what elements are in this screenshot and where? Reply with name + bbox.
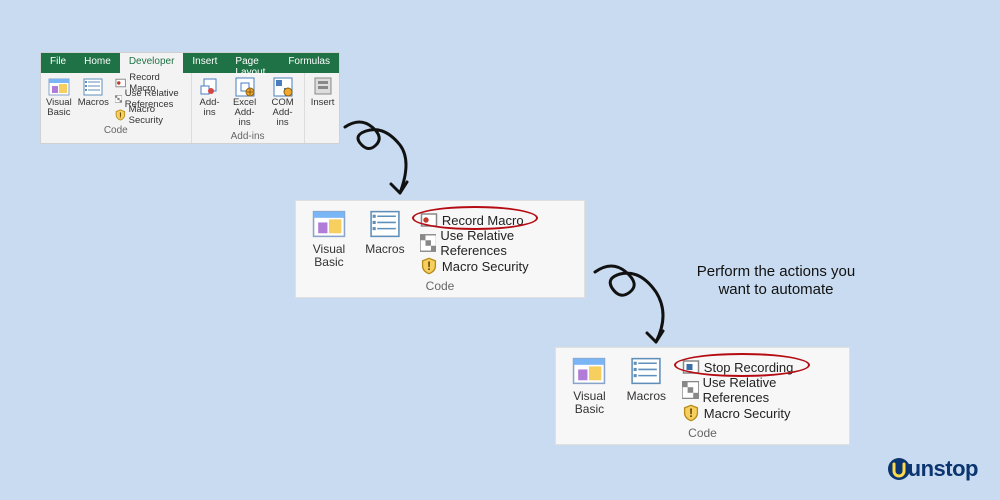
visual-basic-label: Visual Basic [313,243,345,268]
visual-basic-label: Visual Basic [46,98,72,118]
brand-text: unstop [908,456,978,481]
insert-button[interactable]: Insert [309,75,337,109]
code-panel-step3: Visual Basic Macros Stop Recording Use R… [555,347,850,445]
group-addins-label: Add-ins [196,129,300,143]
security-icon [115,109,126,121]
use-relative-label: Use Relative References [703,375,837,405]
stop-recording-icon [682,358,700,376]
tab-home[interactable]: Home [75,53,120,73]
relative-ref-icon [682,381,699,399]
macros-icon [82,76,104,98]
use-relative-button[interactable]: Use Relative References [680,379,839,401]
group-label: Code [688,424,717,442]
macro-security-button[interactable]: Macro Security [418,255,574,277]
com-addins-icon [272,76,294,98]
group-label: Code [426,277,455,295]
macro-security-button[interactable]: Macro Security [114,107,187,123]
addins-label: Add- ins [200,98,220,118]
macros-label: Macros [627,390,666,403]
macros-label: Macros [365,243,404,256]
macros-icon [368,207,402,241]
relative-ref-icon [115,93,122,105]
arrow-step1-to-step2 [340,115,430,210]
record-macro-icon [420,211,438,229]
com-addins-label: COM Add-ins [267,98,299,128]
com-addins-button[interactable]: COM Add-ins [266,75,300,129]
tab-file[interactable]: File [41,53,75,73]
addins-button[interactable]: Add- ins [196,75,224,119]
group-controls: Insert [305,73,341,143]
stop-recording-label: Stop Recording [704,360,794,375]
security-icon [682,404,700,422]
macros-button[interactable]: Macros [623,354,670,403]
excel-addins-button[interactable]: Excel Add-ins [228,75,262,129]
macro-security-button[interactable]: Macro Security [680,402,839,424]
macros-icon [629,354,663,388]
security-icon [420,257,438,275]
ribbon-tabs: File Home Developer Insert Page Layout F… [41,53,339,73]
arrow-step2-to-step3 [590,258,685,358]
excel-addins-label: Excel Add-ins [229,98,261,128]
tab-formulas[interactable]: Formulas [279,53,339,73]
caption-step2: Perform the actions you want to automate [686,263,866,299]
visual-basic-button[interactable]: Visual Basic [306,207,352,268]
visual-basic-icon [48,76,70,98]
visual-basic-button[interactable]: Visual Basic [45,75,73,119]
tab-developer[interactable]: Developer [120,53,184,73]
macros-button[interactable]: Macros [77,75,110,109]
visual-basic-button[interactable]: Visual Basic [566,354,613,415]
tab-insert[interactable]: Insert [183,53,226,73]
macros-label: Macros [78,98,109,108]
ribbon-panel-step1: File Home Developer Insert Page Layout F… [40,52,340,144]
use-relative-button[interactable]: Use Relative References [418,232,574,254]
group-code: Visual Basic Macros Record Macro Use Rel… [41,73,192,143]
visual-basic-icon [572,354,606,388]
relative-ref-icon [420,234,436,252]
insert-icon [312,76,334,98]
addins-icon [199,76,221,98]
excel-addins-icon [234,76,256,98]
record-macro-label: Record Macro [442,213,524,228]
group-addins: Add- ins Excel Add-ins COM Add-ins Add-i… [192,73,305,143]
brand-logo: unstop [858,456,978,482]
visual-basic-icon [312,207,346,241]
macro-security-label: Macro Security [442,259,529,274]
visual-basic-label: Visual Basic [573,390,605,415]
macro-security-label: Macro Security [704,406,791,421]
macros-button[interactable]: Macros [362,207,408,256]
code-panel-step2: Visual Basic Macros Record Macro Use Rel… [295,200,585,298]
tab-page-layout[interactable]: Page Layout [226,53,279,73]
group-code-label: Code [45,123,187,137]
use-relative-label: Use Relative References [440,228,572,258]
insert-label: Insert [311,98,335,108]
